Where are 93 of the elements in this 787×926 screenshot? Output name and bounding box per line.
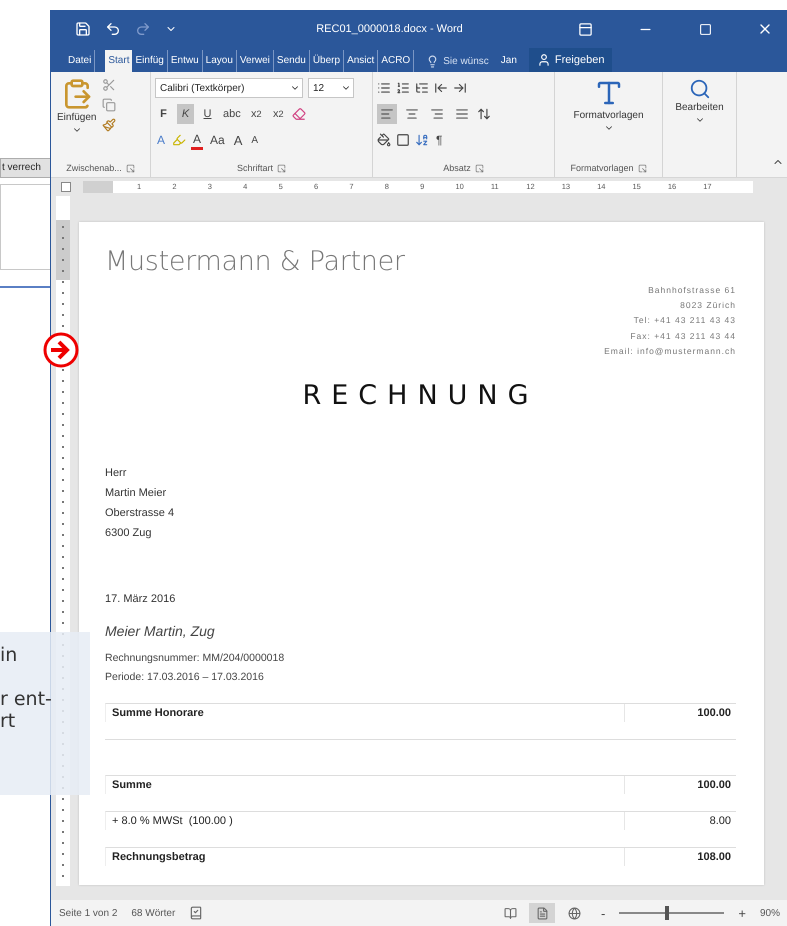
save-icon[interactable] xyxy=(75,21,91,37)
panel-text: r ent- xyxy=(0,688,53,710)
table-cell: Summe xyxy=(106,776,625,794)
group-label: Formatvorlagen xyxy=(570,163,634,173)
line-spacing-icon[interactable] xyxy=(477,107,491,121)
table-cell-text: 100.00 xyxy=(696,706,732,722)
numbered-list-icon[interactable] xyxy=(396,81,410,95)
multilevel-list-icon[interactable] xyxy=(415,81,429,95)
paintbrush-icon[interactable] xyxy=(102,118,116,132)
invoice-number: Rechnungsnummer: MM/204/0000018 xyxy=(105,651,286,666)
group-label: Absatz xyxy=(443,163,471,173)
page-icon xyxy=(536,906,549,920)
pilcrow-button[interactable]: ¶ xyxy=(434,130,444,150)
change-case-button[interactable]: Aa xyxy=(208,130,227,150)
launcher-icon[interactable] xyxy=(474,164,484,172)
shrink-font-button[interactable]: A xyxy=(249,130,260,150)
address-line: Bahnhofstrasse 61 xyxy=(648,284,736,297)
lightbulb-icon[interactable] xyxy=(426,54,440,68)
panel-text: in xyxy=(0,644,18,666)
format-button[interactable]: F xyxy=(155,104,172,124)
period: Periode: 17.03.2016 – 17.03.2016 xyxy=(105,670,265,686)
font-name-field[interactable]: Calibri (Textkörper) xyxy=(155,78,303,98)
group-label: Schriftart xyxy=(236,163,273,173)
tell-me-field[interactable]: Sie wünsc xyxy=(443,56,489,66)
table-cell: Rechnungsbetrag xyxy=(106,848,625,866)
table-cell-text: 108.00 xyxy=(696,850,732,866)
book-icon xyxy=(504,906,517,920)
search-icon xyxy=(688,78,710,100)
align-icon xyxy=(405,107,419,121)
indent-icon[interactable] xyxy=(453,81,467,95)
tab-selector-icon[interactable] xyxy=(61,182,71,192)
page-count: Seite 1 von 2 xyxy=(59,908,118,918)
user-icon xyxy=(536,53,551,67)
undo-icon[interactable] xyxy=(105,21,121,37)
company-name: Mustermann & Partner xyxy=(105,246,406,277)
recipient-line: 6300 Zug xyxy=(105,526,152,542)
word-count: 68 Wörter xyxy=(131,908,176,918)
group-label: Zwischenab... xyxy=(66,163,122,173)
reference: Meier Martin, Zug xyxy=(105,623,216,640)
globe-icon xyxy=(568,906,581,920)
format-button[interactable]: abc xyxy=(221,104,243,124)
view-button[interactable] xyxy=(529,903,556,923)
redo-icon[interactable] xyxy=(135,21,151,37)
eraser-icon[interactable] xyxy=(292,107,306,121)
panel-text: rt xyxy=(0,710,16,732)
table-cell: + 8.0 % MWSt (100.00 ) xyxy=(106,812,625,830)
ribbon-display-icon[interactable] xyxy=(578,22,592,36)
sort-icon[interactable] xyxy=(415,133,429,147)
font-size-field[interactable]: 12 xyxy=(308,78,354,98)
table-cell: Summe Honorare xyxy=(106,704,625,722)
ribbon-tab[interactable]: Start xyxy=(105,50,132,72)
table-cell-text: 100.00 xyxy=(696,778,732,794)
align-icon xyxy=(380,107,394,121)
user-name[interactable]: Jan xyxy=(500,50,517,72)
address-line: 8023 Zürich xyxy=(680,299,736,312)
text-effects-button[interactable]: A xyxy=(155,130,168,150)
recipient-line: Herr xyxy=(105,466,128,482)
styles-button[interactable]: Formatvorlagen xyxy=(571,76,646,159)
window-title: REC01_0000018.docx - Word xyxy=(315,23,464,35)
align-icon xyxy=(455,107,469,121)
date: 17. März 2016 xyxy=(105,593,176,606)
proofing-icon[interactable] xyxy=(189,906,204,920)
align-button[interactable] xyxy=(377,104,397,124)
launcher-icon[interactable] xyxy=(638,164,647,172)
editing-button[interactable]: Bearbeiten xyxy=(673,76,726,177)
paint-bucket-icon[interactable] xyxy=(377,133,391,147)
zoom-in-button[interactable]: + xyxy=(738,906,746,920)
grow-font-button[interactable]: A xyxy=(232,130,244,150)
outdent-icon[interactable] xyxy=(434,81,448,95)
share-button[interactable]: Freigeben xyxy=(528,48,612,72)
bullet-list-icon[interactable] xyxy=(377,81,391,95)
border-icon[interactable] xyxy=(396,133,410,147)
format-button[interactable]: K xyxy=(177,104,194,124)
zoom-level[interactable]: 90% xyxy=(760,908,780,918)
partial-button[interactable]: t verrech xyxy=(0,158,50,178)
address-line: Fax: +41 43 211 43 44 xyxy=(630,330,736,343)
launcher-icon[interactable] xyxy=(126,164,135,172)
document-title: RECHNUNG xyxy=(301,380,540,412)
copy-icon[interactable] xyxy=(102,98,116,112)
table-cell-text: 8.00 xyxy=(708,814,732,830)
recipient-line: Oberstrasse 4 xyxy=(105,506,176,522)
font-color-button[interactable]: A xyxy=(191,130,204,150)
scissors-icon[interactable] xyxy=(102,78,116,92)
zoom-out-button[interactable]: - xyxy=(601,906,606,920)
recipient-line: Martin Meier xyxy=(105,486,168,502)
address-line: Email: info@mustermann.ch xyxy=(604,344,736,358)
format-button[interactable]: U xyxy=(199,104,216,124)
align-icon xyxy=(430,107,444,121)
launcher-icon[interactable] xyxy=(277,164,286,172)
paste-button[interactable]: Einfügen xyxy=(55,76,98,159)
address-line: Tel: +41 43 211 43 43 xyxy=(634,314,736,328)
slider-thumb[interactable] xyxy=(664,906,669,920)
maximize-icon[interactable] xyxy=(698,22,712,36)
